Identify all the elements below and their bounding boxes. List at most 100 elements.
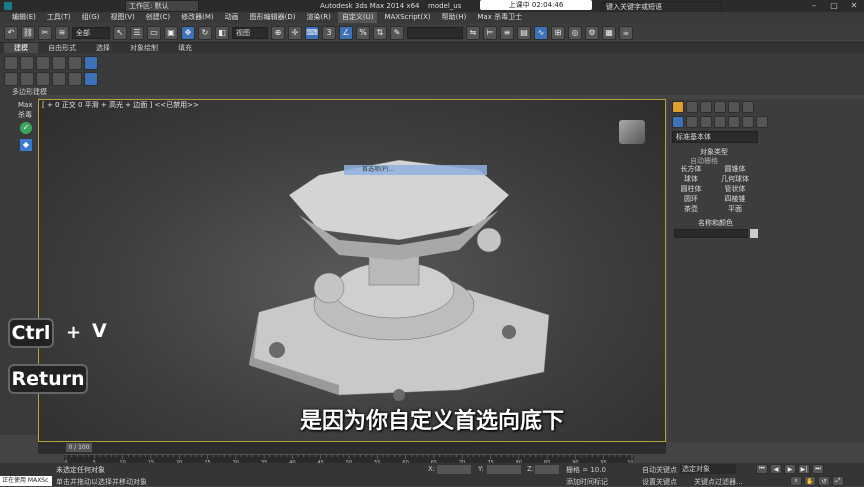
reference-coordinate-dropdown[interactable]: 视图 xyxy=(232,26,268,39)
undo-icon[interactable]: ↶ xyxy=(4,25,18,40)
cylinder-button[interactable]: 圆柱体 xyxy=(672,185,710,194)
workspace-dropdown[interactable]: 工作区: 默认 xyxy=(125,0,199,12)
torus-button[interactable]: 圆环 xyxy=(672,195,710,204)
selected-dropdown[interactable]: 选定对象 xyxy=(680,464,736,474)
shield-icon[interactable]: ◆ xyxy=(20,139,32,151)
primitive-type-dropdown[interactable]: 标准基本体 xyxy=(672,131,758,143)
plane-button[interactable]: 平面 xyxy=(716,205,754,214)
tab-object-paint[interactable]: 对象绘制 xyxy=(120,43,168,53)
ribbon-tool-icon[interactable] xyxy=(84,56,98,70)
select-by-name-icon[interactable]: ☰ xyxy=(130,25,144,40)
menu-create[interactable]: 创建(C) xyxy=(142,12,174,23)
name-color-section[interactable]: 名称和颜色 xyxy=(698,218,733,228)
maximize-viewport-icon[interactable]: ⤢ xyxy=(832,476,844,486)
viewport-label[interactable]: [ + 0 正交 0 平滑 + 高光 + 边面 ] <<已禁用>> xyxy=(42,100,199,110)
viewcube-icon[interactable] xyxy=(619,120,645,144)
antivirus-icon[interactable]: ✓ xyxy=(20,122,32,134)
align-icon[interactable]: ⊨ xyxy=(483,25,497,40)
snaps-toggle-icon[interactable]: 3 xyxy=(322,25,336,40)
spinner-snap-icon[interactable]: ⇅ xyxy=(373,25,387,40)
modify-tab-icon[interactable] xyxy=(686,101,698,113)
menu-group[interactable]: 组(G) xyxy=(78,12,104,23)
layer-manager-icon[interactable]: ≡ xyxy=(500,25,514,40)
spacewarps-icon[interactable] xyxy=(742,116,754,128)
ribbon-tool-icon[interactable] xyxy=(4,72,18,86)
menu-graph-editors[interactable]: 图形编辑器(D) xyxy=(246,12,300,23)
lights-icon[interactable] xyxy=(700,116,712,128)
motion-tab-icon[interactable] xyxy=(714,101,726,113)
unlink-icon[interactable]: ✂ xyxy=(38,25,52,40)
ribbon-tool-icon[interactable] xyxy=(52,56,66,70)
auto-key-button[interactable]: 自动关键点 xyxy=(642,465,677,475)
tab-modeling[interactable]: 建模 xyxy=(4,43,38,53)
cameras-icon[interactable] xyxy=(714,116,726,128)
x-coordinate-field[interactable] xyxy=(437,465,471,474)
select-rotate-icon[interactable]: ↻ xyxy=(198,25,212,40)
pan-icon[interactable]: ✋ xyxy=(804,476,816,486)
geometry-icon[interactable] xyxy=(672,116,684,128)
ribbon-tool-icon[interactable] xyxy=(20,72,34,86)
go-to-end-icon[interactable]: ⏭ xyxy=(812,464,824,474)
maxscript-listener[interactable]: 正在使用 MAXSc xyxy=(0,476,52,486)
link-icon[interactable]: ⛓ xyxy=(21,25,35,40)
menu-views[interactable]: 视图(V) xyxy=(107,12,139,23)
systems-icon[interactable] xyxy=(756,116,768,128)
teapot-button[interactable]: 茶壶 xyxy=(672,205,710,214)
quad-menu-item[interactable]: 首选项(P)... xyxy=(344,165,487,175)
time-slider[interactable]: 0 / 100 xyxy=(38,442,666,454)
perspective-viewport[interactable] xyxy=(38,99,666,442)
box-button[interactable]: 长方体 xyxy=(672,165,710,174)
menu-maxscript[interactable]: MAXScript(X) xyxy=(380,12,434,23)
go-to-start-icon[interactable]: ⏮ xyxy=(756,464,768,474)
tab-selection[interactable]: 选择 xyxy=(86,43,120,53)
z-coordinate-field[interactable] xyxy=(535,465,559,474)
maximize-button[interactable]: ▢ xyxy=(824,0,844,12)
zoom-icon[interactable]: ⌕ xyxy=(790,476,802,486)
rect-selection-icon[interactable]: ▭ xyxy=(147,25,161,40)
tube-button[interactable]: 管状体 xyxy=(716,185,754,194)
curve-editor-icon[interactable]: ∿ xyxy=(534,25,548,40)
pyramid-button[interactable]: 四棱锥 xyxy=(716,195,754,204)
ribbon-tool-icon[interactable] xyxy=(20,56,34,70)
display-tab-icon[interactable] xyxy=(728,101,740,113)
app-logo-icon[interactable] xyxy=(3,1,13,11)
edit-named-selection-icon[interactable]: ✎ xyxy=(390,25,404,40)
ribbon-tool-icon[interactable] xyxy=(84,72,98,86)
shapes-icon[interactable] xyxy=(686,116,698,128)
selection-filter-dropdown[interactable]: 全部 xyxy=(72,26,110,39)
ribbon-tool-icon[interactable] xyxy=(68,56,82,70)
pivot-center-icon[interactable]: ⊕ xyxy=(271,25,285,40)
create-tab-icon[interactable] xyxy=(672,101,684,113)
geosphere-button[interactable]: 几何球体 xyxy=(716,175,754,184)
menu-animation[interactable]: 动画 xyxy=(221,12,243,23)
menu-tools[interactable]: 工具(T) xyxy=(43,12,75,23)
render-production-icon[interactable]: ☕ xyxy=(619,25,633,40)
helpers-icon[interactable] xyxy=(728,116,740,128)
tab-populate[interactable]: 填充 xyxy=(168,43,202,53)
tab-freeform[interactable]: 自由形式 xyxy=(38,43,86,53)
render-setup-icon[interactable]: ⚙ xyxy=(585,25,599,40)
time-slider-thumb[interactable]: 0 / 100 xyxy=(66,443,92,452)
object-color-swatch[interactable] xyxy=(750,229,758,238)
material-editor-icon[interactable]: ◎ xyxy=(568,25,582,40)
ribbon-tool-icon[interactable] xyxy=(36,56,50,70)
ribbon-tool-icon[interactable] xyxy=(36,72,50,86)
menu-edit[interactable]: 编辑(E) xyxy=(8,12,40,23)
utilities-tab-icon[interactable] xyxy=(742,101,754,113)
menu-antivirus[interactable]: Max 杀毒卫士 xyxy=(473,12,526,23)
minimize-button[interactable]: – xyxy=(804,0,824,12)
close-button[interactable]: ✕ xyxy=(844,0,864,12)
hierarchy-tab-icon[interactable] xyxy=(700,101,712,113)
percent-snap-icon[interactable]: % xyxy=(356,25,370,40)
track-bar[interactable]: 0 5 10 15 20 25 30 35 40 45 50 55 60 65 70 75 80 85 90 95 10… xyxy=(64,454,637,466)
orbit-icon[interactable]: ↺ xyxy=(818,476,830,486)
y-coordinate-field[interactable] xyxy=(487,465,521,474)
prev-frame-icon[interactable]: ◀ xyxy=(770,464,782,474)
select-scale-icon[interactable]: ◧ xyxy=(215,25,229,40)
select-object-icon[interactable]: ↖ xyxy=(113,25,127,40)
select-move-icon[interactable]: ✥ xyxy=(181,25,195,40)
window-crossing-icon[interactable]: ▣ xyxy=(164,25,178,40)
next-frame-icon[interactable]: ▶| xyxy=(798,464,810,474)
cone-button[interactable]: 圆锥体 xyxy=(716,165,754,174)
angle-snap-icon[interactable]: ∠ xyxy=(339,25,353,40)
